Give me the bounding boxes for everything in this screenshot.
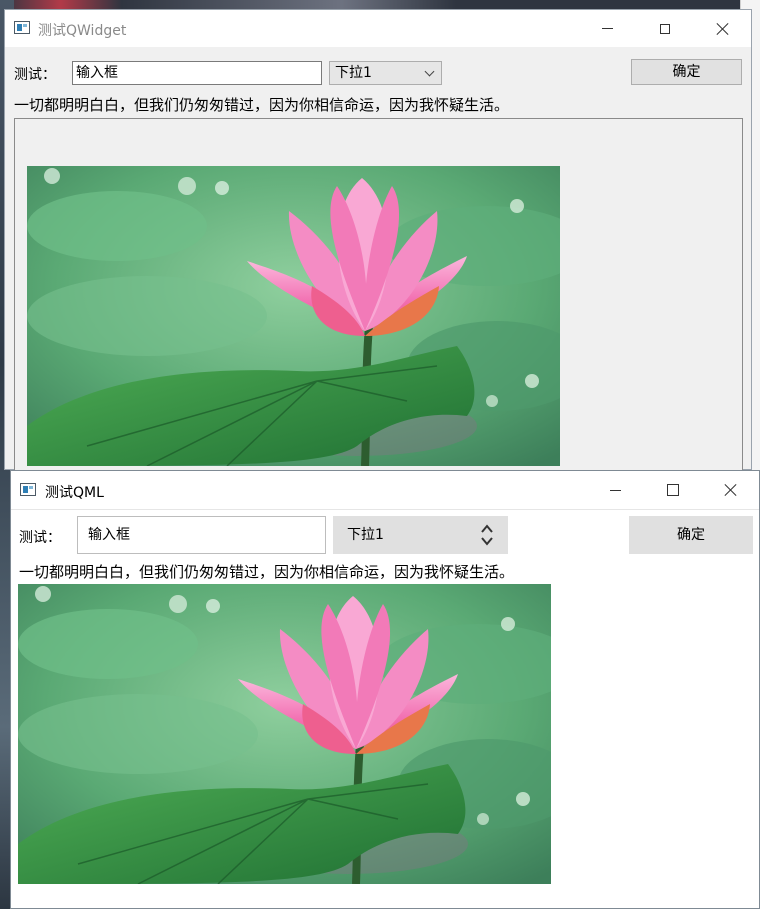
confirm-button[interactable]: 确定 xyxy=(631,59,742,85)
minimize-icon xyxy=(609,489,621,491)
maximize-icon xyxy=(660,23,670,34)
up-down-chevron-icon xyxy=(480,523,494,547)
quote-text: 一切都明明白白，但我们仍匆匆错过，因为你相信命运，因为我怀疑生活。 xyxy=(14,96,510,114)
close-icon xyxy=(716,22,730,36)
chevron-down-icon xyxy=(424,66,435,77)
minimize-button[interactable] xyxy=(586,471,644,509)
lotus-image xyxy=(27,166,560,466)
test-label: 测试： xyxy=(19,530,61,546)
qml-window: 测试QML 测试： 输入框 下拉1 确定 一切都明明白白，但我们仍匆匆错过，因为… xyxy=(10,470,760,909)
lotus-image xyxy=(18,584,551,884)
image-frame xyxy=(14,118,743,478)
dropdown-selected-value: 下拉1 xyxy=(335,65,372,81)
maximize-icon xyxy=(667,484,679,496)
dropdown-select[interactable]: 下拉1 xyxy=(333,516,508,554)
test-label: 测试： xyxy=(14,67,56,83)
dropdown-selected-value: 下拉1 xyxy=(347,527,384,543)
text-input[interactable]: 输入框 xyxy=(72,61,322,85)
dropdown-select[interactable]: 下拉1 xyxy=(329,61,442,85)
close-icon xyxy=(724,483,738,497)
titlebar[interactable]: 测试QML xyxy=(11,471,759,510)
app-window-icon xyxy=(14,21,30,34)
confirm-button[interactable]: 确定 xyxy=(629,516,753,554)
close-button[interactable] xyxy=(702,471,760,509)
minimize-icon xyxy=(601,28,613,29)
window-title: 测试QML xyxy=(45,485,104,501)
quote-text: 一切都明明白白，但我们仍匆匆错过，因为你相信命运，因为我怀疑生活。 xyxy=(19,563,515,581)
text-input[interactable]: 输入框 xyxy=(77,516,326,554)
app-window-icon xyxy=(20,483,36,496)
maximize-button[interactable] xyxy=(644,471,702,509)
window-title: 测试QWidget xyxy=(38,23,127,39)
maximize-button[interactable] xyxy=(636,10,694,47)
close-button[interactable] xyxy=(694,10,752,47)
titlebar[interactable]: 测试QWidget xyxy=(5,10,751,47)
qwidget-window: 测试QWidget 测试： 输入框 下拉1 确定 一切都明明白白，但我们仍匆匆错… xyxy=(4,9,752,478)
minimize-button[interactable] xyxy=(578,10,636,47)
